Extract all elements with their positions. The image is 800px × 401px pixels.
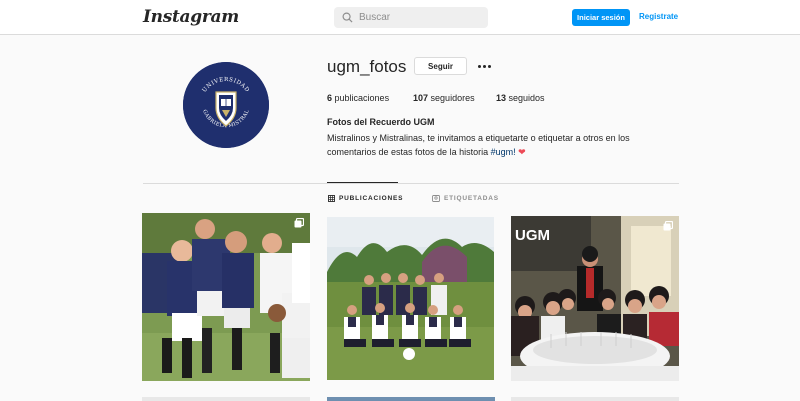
- login-button[interactable]: Iniciar sesión: [572, 9, 630, 26]
- post-thumbnail-next-3[interactable]: [511, 397, 679, 401]
- multiple-posts-icon: [294, 218, 304, 228]
- tag-icon: [432, 195, 440, 202]
- svg-text:UGM: UGM: [515, 227, 550, 244]
- rugby-photo: [142, 213, 310, 381]
- university-seal-icon: UNIVERSIDAD GABRIELA MISTRAL: [183, 62, 269, 148]
- bio-text: Mistralinos y Mistralinas, te invitamos …: [327, 133, 630, 157]
- bio-hashtag[interactable]: #ugm!: [491, 147, 516, 157]
- avatar[interactable]: UNIVERSIDAD GABRIELA MISTRAL: [183, 62, 269, 148]
- tab-etiquetadas[interactable]: ETIQUETADAS: [432, 195, 499, 202]
- bio-name: Fotos del Recuerdo UGM: [327, 117, 435, 127]
- tabs-divider: [143, 183, 679, 184]
- post-thumbnail-gala[interactable]: UGM: [511, 216, 679, 381]
- search-input[interactable]: [359, 12, 479, 23]
- search-box[interactable]: [334, 7, 488, 28]
- search-icon: [342, 12, 353, 23]
- tab-label: ETIQUETADAS: [444, 195, 499, 202]
- heart-icon: ❤: [518, 147, 526, 157]
- instagram-logo[interactable]: Instagram: [143, 7, 239, 27]
- gala-dinner-photo: UGM: [511, 216, 679, 381]
- tab-publicaciones[interactable]: PUBLICACIONES: [328, 195, 403, 202]
- post-thumbnail-next-2[interactable]: [327, 397, 495, 401]
- tab-label: PUBLICACIONES: [339, 195, 404, 202]
- post-thumbnail-next-1[interactable]: [142, 397, 310, 401]
- follow-button[interactable]: Seguir: [414, 57, 467, 75]
- stat-following[interactable]: 13 seguidos: [496, 93, 596, 103]
- post-thumbnail-rugby[interactable]: [142, 213, 310, 381]
- grid-icon: [328, 195, 335, 202]
- multiple-posts-icon: [663, 221, 673, 231]
- register-link[interactable]: Registrate: [639, 12, 678, 21]
- active-tab-indicator: [327, 182, 398, 183]
- more-options-icon[interactable]: [476, 60, 492, 72]
- post-thumbnail-soccer[interactable]: [327, 217, 494, 380]
- soccer-team-photo: [327, 217, 494, 380]
- top-nav: Instagram Iniciar sesión Registrate: [0, 0, 800, 35]
- stat-posts: 6 publicaciones: [327, 93, 390, 103]
- profile-username: ugm_fotos: [327, 57, 407, 76]
